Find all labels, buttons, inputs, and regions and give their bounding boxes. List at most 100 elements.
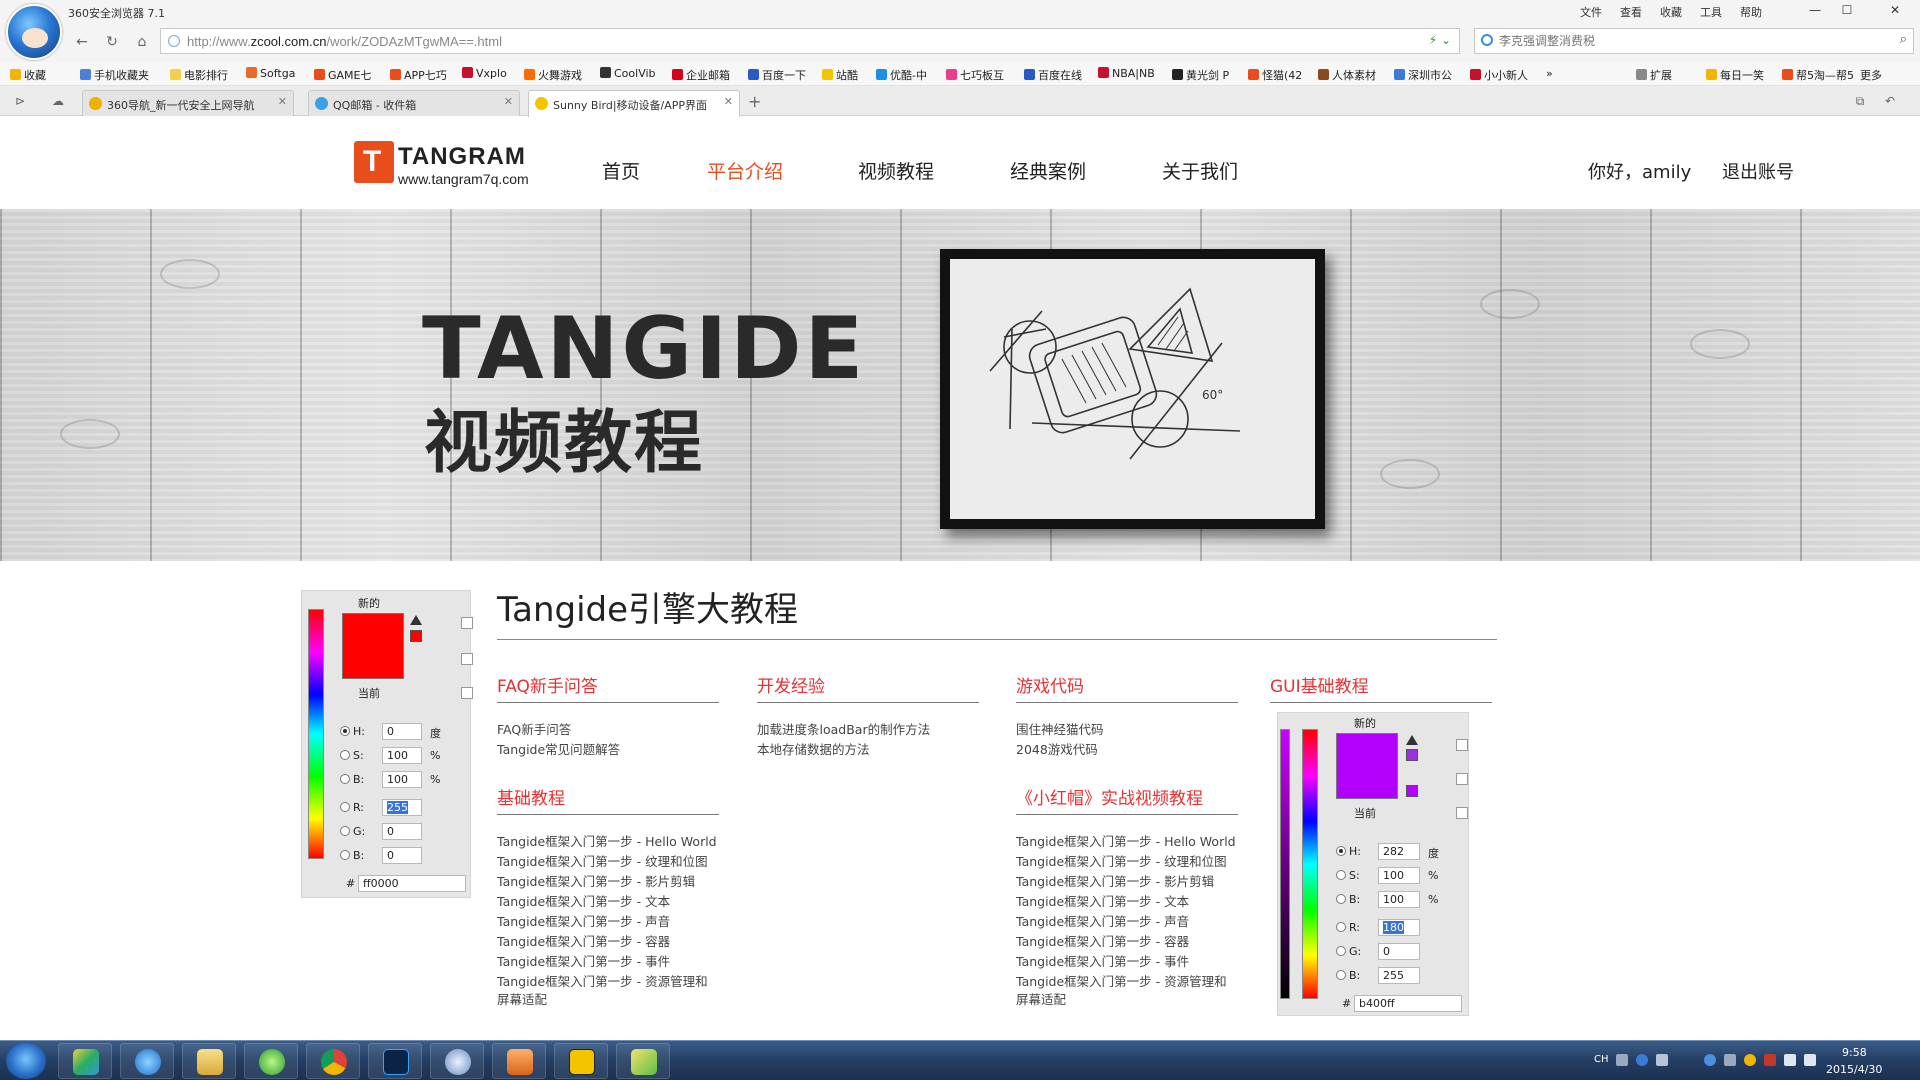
usb-icon[interactable] [1724,1054,1736,1066]
close-window-button[interactable]: ✕ [1880,0,1910,20]
logout-link[interactable]: 退出账号 [1722,158,1794,184]
taskbar-app-ie[interactable] [120,1043,174,1079]
bookmark-item[interactable]: 七巧板互 [946,67,1004,83]
bookmark-item[interactable]: 帮5淘—帮5 [1782,67,1854,83]
search-box[interactable]: ⌕ [1474,28,1914,54]
s-radio[interactable]: S: [340,749,364,762]
gamut-swatch[interactable] [410,630,422,642]
taskbar-app-explorer[interactable] [182,1043,236,1079]
hue-field[interactable]: 0 [382,723,422,740]
brightness-slider[interactable] [1280,729,1290,999]
bookmark-item[interactable]: 手机收藏夹 [80,67,149,83]
option-checkbox[interactable] [1456,739,1468,751]
option-checkbox[interactable] [1456,807,1468,819]
bookmark-item[interactable]: 火舞游戏 [524,67,582,83]
blue-field[interactable]: 255 [1378,967,1420,984]
logo-url[interactable]: www.tangram7q.com [398,171,529,187]
game-link[interactable]: 围住神经猫代码 [1016,719,1104,738]
basic-link[interactable]: Tangide框架入门第一步 - 文本 [497,891,670,910]
tab-close-icon[interactable]: ✕ [278,95,287,108]
menu-view[interactable]: 查看 [1620,4,1642,20]
tangram-logo-icon[interactable] [354,141,394,183]
clock-date[interactable]: 2015/4/30 [1826,1063,1882,1076]
bookmark-item[interactable]: GAME七 [314,67,372,83]
menu-help[interactable]: 帮助 [1740,4,1762,20]
home-icon[interactable]: ⌂ [132,32,152,52]
basic-link[interactable]: 屏幕适配 [497,989,547,1008]
taskbar-app-qq[interactable] [430,1043,484,1079]
bookmark-item[interactable]: 站酷 [822,67,858,83]
more-button[interactable]: 更多 [1860,67,1882,83]
tab-qq-mail[interactable]: QQ邮箱 - 收件箱 ✕ [308,90,520,116]
section-gui-title[interactable]: GUI基础教程 [1270,672,1369,697]
bookmark-item[interactable]: 企业邮箱 [672,67,730,83]
tab-360-nav[interactable]: 360导航_新一代安全上网导航 ✕ [82,90,294,116]
section-video-title[interactable]: 《小红帽》实战视频教程 [1016,784,1203,809]
hue-slider[interactable] [1302,729,1318,999]
nav-about[interactable]: 关于我们 [1162,157,1238,184]
url-field[interactable]: http://www.zcool.com.cn/work/ZODAzMTgwMA… [160,28,1460,54]
video-link[interactable]: Tangide框架入门第一步 - 声音 [1016,911,1189,930]
user-avatar[interactable] [6,4,62,60]
video-link[interactable]: Tangide框架入门第一步 - 资源管理和 [1016,971,1227,990]
nav-cases[interactable]: 经典案例 [1010,157,1086,184]
b-radio[interactable]: B: [340,773,364,786]
taskbar-app-camera[interactable] [492,1043,546,1079]
taskbar-app-design[interactable] [616,1043,670,1079]
dev-link[interactable]: 本地存储数据的方法 [757,739,870,758]
g-radio[interactable]: G: [1336,945,1361,958]
option-checkbox[interactable] [461,617,473,629]
brightness-field[interactable]: 100 [382,771,422,788]
taskbar-app-browser[interactable] [244,1043,298,1079]
input-language[interactable]: CH [1594,1054,1609,1065]
undo-close-icon[interactable]: ↶ [1880,91,1900,111]
red-field[interactable]: 255 [382,799,422,816]
bookmark-item[interactable]: 小小新人 [1470,67,1528,83]
tab-sunny-bird[interactable]: Sunny Bird|移动设备/APP界面 ✕ [528,90,740,117]
back-icon[interactable]: ← [72,32,92,52]
basic-link[interactable]: Tangide框架入门第一步 - 影片剪辑 [497,871,695,890]
h-radio[interactable]: H: [1336,845,1361,858]
video-link[interactable]: Tangide框架入门第一步 - 影片剪辑 [1016,871,1214,890]
gamut-swatch[interactable] [1406,749,1418,761]
taskbar-app-sunny[interactable] [554,1043,608,1079]
video-link[interactable]: Tangide框架入门第一步 - 文本 [1016,891,1189,910]
bookmark-item[interactable]: 百度一下 [748,67,806,83]
video-link[interactable]: Tangide框架入门第一步 - 纹理和位图 [1016,851,1227,870]
settings-icon[interactable] [1656,1054,1668,1066]
saturation-field[interactable]: 100 [382,747,422,764]
cloud-icon[interactable]: ☁ [48,91,68,111]
section-game-title[interactable]: 游戏代码 [1016,672,1084,697]
video-link[interactable]: 屏幕适配 [1016,989,1066,1008]
network-icon[interactable] [1784,1054,1796,1066]
new-tab-button[interactable]: + [748,92,761,111]
more-bookmarks-icon[interactable]: » [1546,67,1553,80]
option-checkbox[interactable] [1456,773,1468,785]
maximize-button[interactable]: ☐ [1832,0,1862,20]
section-dev-title[interactable]: 开发经验 [757,672,825,697]
taskbar-app-chrome[interactable] [306,1043,360,1079]
blue-radio[interactable]: B: [340,849,364,862]
menu-favorites[interactable]: 收藏 [1660,4,1682,20]
video-link[interactable]: Tangide框架入门第一步 - Hello World [1016,831,1236,850]
bluetooth-icon[interactable] [1704,1054,1716,1066]
bookmark-favorites[interactable]: 收藏 [10,67,46,83]
extensions-button[interactable]: 扩展 [1636,67,1672,83]
flag-icon[interactable] [1764,1054,1776,1066]
basic-link[interactable]: Tangide框架入门第一步 - 声音 [497,911,670,930]
tab-close-icon[interactable]: ✕ [504,95,513,108]
bookmark-item[interactable]: Vxplo [462,67,507,80]
url-text[interactable]: http://www.zcool.com.cn/work/ZODAzMTgwMA… [187,34,502,49]
basic-link[interactable]: Tangide框架入门第一步 - 纹理和位图 [497,851,708,870]
g-radio[interactable]: G: [340,825,365,838]
search-icon[interactable] [1481,34,1493,46]
bookmark-item[interactable]: 每日一笑 [1706,67,1764,83]
bookmark-item[interactable]: CoolVib [600,67,656,80]
bookmark-item[interactable]: NBA|NB [1098,67,1155,80]
restore-tabs-icon[interactable]: ⧉ [1850,91,1870,111]
r-radio[interactable]: R: [1336,921,1360,934]
bookmark-item[interactable]: 人体素材 [1318,67,1376,83]
bookmark-item[interactable]: 电影排行 [170,67,228,83]
option-checkbox[interactable] [461,687,473,699]
nav-video-tutorials[interactable]: 视频教程 [858,157,934,184]
